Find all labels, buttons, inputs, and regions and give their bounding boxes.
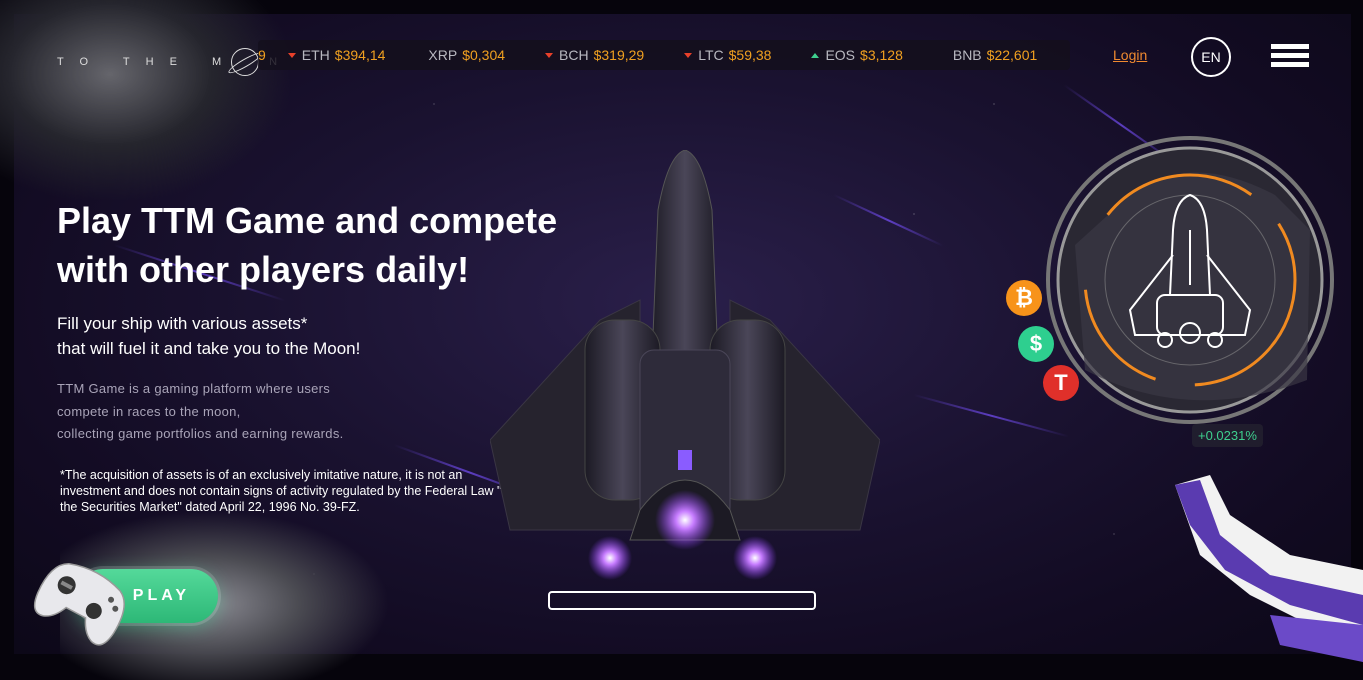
ticker-item: LTC $59,38 (684, 47, 771, 63)
ticker-symbol: BCH (559, 47, 589, 63)
ticker-symbol: EOS (825, 47, 856, 63)
ticker-price: $3,128 (860, 47, 903, 63)
ticker-track: 9 ETH $394,14 XRP $0,304 BCH $319,29 LTC… (258, 40, 1070, 70)
ticker-symbol: ETH (301, 47, 330, 63)
asteroid-rock-top (0, 0, 290, 200)
ticker-symbol: BNB (952, 47, 982, 63)
subhead-line: that will fuel it and take you to the Mo… (57, 339, 361, 358)
ticker-item: ETH $394,14 (287, 47, 386, 63)
hamburger-menu-icon[interactable] (1271, 44, 1309, 68)
ticker-price: $0,304 (462, 47, 506, 63)
language-switcher-button[interactable]: EN (1191, 37, 1231, 77)
ticker-item: BCH $319,29 (545, 47, 644, 63)
ticker-partial-price: 9 (258, 47, 266, 63)
desc-line: compete in races to the moon, (57, 403, 241, 419)
ticker-price: $22,601 (986, 47, 1038, 63)
ticker-price: $394,14 (334, 47, 386, 63)
legal-disclaimer: *The acquisition of assets is of an excl… (60, 468, 519, 514)
hero-description: TTM Game is a gaming platform where user… (57, 378, 417, 446)
ticker-symbol: XRP (428, 47, 458, 63)
ticker-price: $59,38 (728, 47, 772, 63)
desc-line: TTM Game is a gaming platform where user… (57, 381, 331, 396)
price-down-icon (684, 52, 693, 58)
subhead-line: Fill your ship with various assets* (57, 314, 308, 333)
desc-line: collecting game portfolios and earning r… (57, 426, 344, 441)
price-down-icon (545, 52, 554, 58)
bitcoin-icon: ₿ (1006, 280, 1042, 316)
dollar-icon: $ (1018, 326, 1054, 362)
crypto-price-ticker: 9 ETH $394,14 XRP $0,304 BCH $319,29 LTC… (258, 40, 1070, 70)
ticker-price: $319,29 (593, 47, 645, 63)
spaceship-illustration (490, 150, 880, 580)
logo-text-left: TO THE M (57, 56, 238, 68)
hero-subheading: Fill your ship with various assets* that… (57, 311, 457, 361)
price-up-icon (811, 52, 820, 58)
ship-radar-gauge (1046, 136, 1334, 424)
ticker-item: XRP $0,304 (428, 47, 505, 63)
ticker-symbol: LTC (698, 47, 724, 63)
planet-logo-icon (231, 48, 260, 76)
ticker-item: BNB $22,601 (953, 47, 1037, 63)
tesla-icon: T (1043, 365, 1079, 401)
login-link[interactable]: Login (1113, 47, 1147, 63)
portfolio-change-badge: +0.0231% (1192, 424, 1263, 447)
price-down-icon (287, 52, 296, 58)
ribbon-decoration (1175, 475, 1363, 662)
launch-progress-bar (548, 591, 816, 610)
ticker-item: EOS $3,128 (811, 47, 903, 63)
